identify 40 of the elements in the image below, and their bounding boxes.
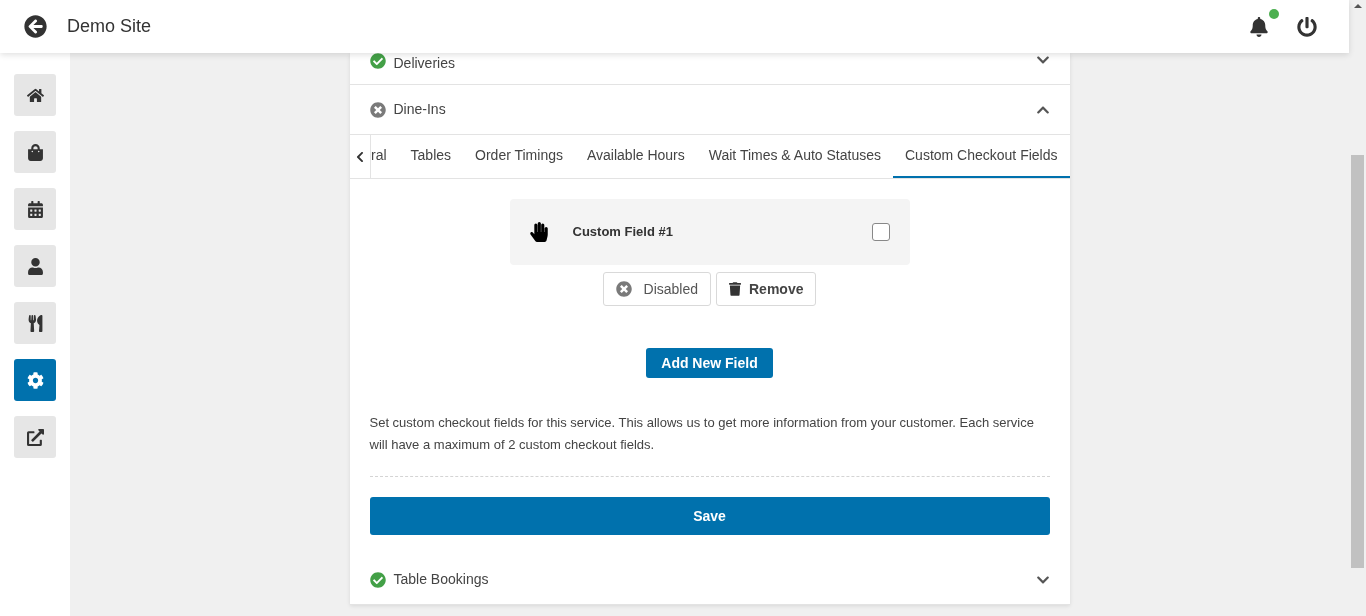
sidebar-button[interactable]	[14, 74, 56, 116]
accordion-header[interactable]: Deliveries	[349, 53, 1070, 85]
tab[interactable]: Order Timings	[463, 135, 575, 178]
tab-scroll-left-button[interactable]	[349, 135, 371, 178]
sidebar-button[interactable]	[14, 131, 56, 173]
status-button[interactable]: Disabled	[602, 272, 711, 306]
sidebar-button[interactable]	[14, 302, 56, 344]
accordion-header[interactable]: Dine-Ins	[349, 85, 1070, 135]
add-field-button[interactable]: Add New Field	[646, 348, 773, 378]
calendar-icon	[26, 200, 44, 218]
save-button[interactable]: Save	[369, 497, 1050, 535]
sidebar-button[interactable]	[14, 416, 56, 458]
tab[interactable]: ral	[371, 135, 399, 178]
external-link-icon	[26, 428, 44, 446]
home-icon	[26, 86, 44, 104]
description: Set custom checkout fields for this service. This allows us to get more information from your customer. Each service will have a maximum of 2 custom checkout fields.	[369, 414, 1035, 454]
sidebar-button[interactable]	[14, 245, 56, 287]
tab[interactable]: Custom Checkout Fields	[893, 135, 1070, 178]
back-icon[interactable]	[24, 15, 47, 38]
tab[interactable]: Wait Times & Auto Statuses	[696, 135, 893, 178]
shopping-bag-icon	[26, 143, 44, 161]
service-name: Table Bookings	[393, 570, 489, 589]
power-icon[interactable]	[1297, 16, 1317, 37]
service-name: Deliveries	[393, 54, 455, 73]
field-name: Custom Field #1	[572, 223, 673, 242]
fork-knife-icon	[26, 314, 44, 332]
sidebar-button[interactable]	[14, 359, 56, 401]
accordion-header[interactable]: Table Bookings	[349, 555, 1070, 605]
user-icon	[26, 257, 44, 275]
hand-icon[interactable]	[529, 222, 548, 242]
service-name: Dine-Ins	[393, 100, 446, 119]
site-title: Demo Site	[67, 15, 152, 38]
remove-button[interactable]: Remove	[716, 272, 817, 306]
notification-bell-icon[interactable]	[1249, 16, 1269, 37]
checkbox[interactable]	[871, 223, 890, 241]
sidebar-button[interactable]	[14, 188, 56, 230]
tab[interactable]: Available Hours	[574, 135, 697, 178]
settings-icon	[26, 371, 44, 389]
tab[interactable]: Tables	[398, 135, 464, 178]
trash-icon	[729, 282, 741, 296]
